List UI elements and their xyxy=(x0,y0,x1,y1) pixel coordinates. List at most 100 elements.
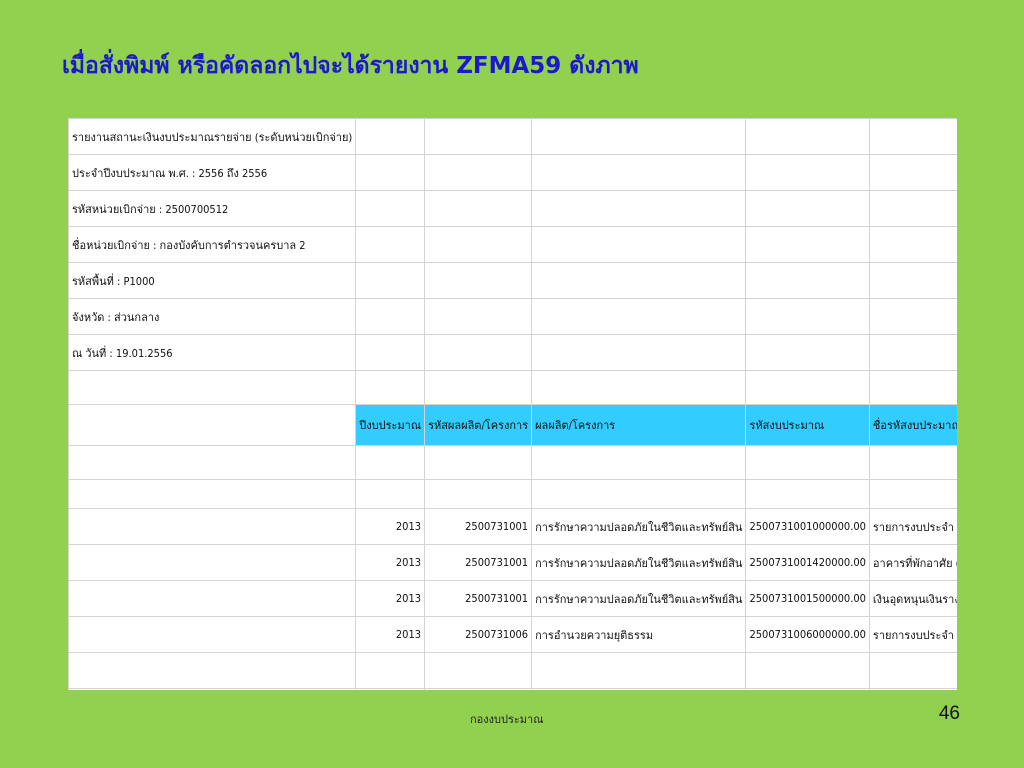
empty-cell[interactable] xyxy=(68,479,357,509)
empty-cell[interactable] xyxy=(355,262,426,299)
empty-cell[interactable] xyxy=(531,652,747,689)
empty-cell[interactable] xyxy=(68,580,357,617)
empty-cell[interactable] xyxy=(745,262,870,299)
empty-cell[interactable] xyxy=(424,262,533,299)
empty-cell[interactable] xyxy=(355,118,426,155)
empty-cell[interactable] xyxy=(355,445,426,480)
info-cell[interactable]: ณ วันที่ : 19.01.2556 xyxy=(68,334,357,371)
empty-cell[interactable] xyxy=(745,652,870,689)
data-cell[interactable]: รายการงบประจำ xyxy=(868,616,957,653)
empty-cell[interactable] xyxy=(355,334,426,371)
empty-cell[interactable] xyxy=(745,479,870,509)
empty-cell[interactable] xyxy=(355,479,426,509)
empty-cell[interactable] xyxy=(424,118,533,155)
empty-cell[interactable] xyxy=(68,404,357,446)
data-cell[interactable]: การรักษาความปลอดภัยในชีวิตและทรัพย์สิน xyxy=(531,508,747,545)
empty-cell[interactable] xyxy=(745,688,870,690)
data-cell[interactable]: 2500731001500000.00 xyxy=(745,580,870,617)
empty-cell[interactable] xyxy=(68,445,357,480)
empty-cell[interactable] xyxy=(868,154,957,191)
empty-cell[interactable] xyxy=(531,370,747,405)
data-cell[interactable]: 2013 xyxy=(355,580,426,617)
empty-cell[interactable] xyxy=(68,508,357,545)
empty-cell[interactable] xyxy=(531,298,747,335)
info-cell[interactable]: จังหวัด : ส่วนกลาง xyxy=(68,298,357,335)
data-cell[interactable]: 2500731001420000.00 xyxy=(745,544,870,581)
empty-cell[interactable] xyxy=(745,298,870,335)
empty-cell[interactable] xyxy=(355,652,426,689)
column-header[interactable]: ผลผลิต/โครงการ xyxy=(531,404,747,446)
empty-cell[interactable] xyxy=(355,154,426,191)
empty-cell[interactable] xyxy=(745,154,870,191)
data-cell[interactable]: 2500731001000000.00 xyxy=(745,508,870,545)
empty-cell[interactable] xyxy=(424,190,533,227)
info-cell[interactable]: รายงานสถานะเงินงบประมาณรายจ่าย (ระดับหน่… xyxy=(68,118,357,155)
data-cell[interactable]: 2013 xyxy=(355,544,426,581)
empty-cell[interactable] xyxy=(868,479,957,509)
empty-cell[interactable] xyxy=(745,190,870,227)
empty-cell[interactable] xyxy=(868,445,957,480)
empty-cell[interactable] xyxy=(424,652,533,689)
empty-cell[interactable] xyxy=(531,118,747,155)
column-header[interactable]: รหัสผลผลิต/โครงการ xyxy=(424,404,533,446)
data-cell[interactable]: 2013 xyxy=(355,616,426,653)
data-cell[interactable]: รายการงบประจำ xyxy=(868,508,957,545)
empty-cell[interactable] xyxy=(424,688,533,690)
empty-cell[interactable] xyxy=(868,190,957,227)
empty-cell[interactable] xyxy=(531,262,747,299)
data-cell[interactable]: อาคารที่พักอาศัย (แฟลต) xyxy=(868,544,957,581)
empty-cell[interactable] xyxy=(424,334,533,371)
empty-cell[interactable] xyxy=(531,154,747,191)
empty-cell[interactable] xyxy=(355,226,426,263)
empty-cell[interactable] xyxy=(868,688,957,690)
info-cell[interactable]: รหัสพื้นที่ : P1000 xyxy=(68,262,357,299)
info-cell[interactable]: รหัสหน่วยเบิกจ่าย : 2500700512 xyxy=(68,190,357,227)
data-cell[interactable]: การรักษาความปลอดภัยในชีวิตและทรัพย์สิน xyxy=(531,544,747,581)
empty-cell[interactable] xyxy=(745,445,870,480)
empty-cell[interactable] xyxy=(531,445,747,480)
data-cell[interactable]: เงินอุดหนุนเงินรางวัล เงินสินบน xyxy=(868,580,957,617)
empty-cell[interactable] xyxy=(424,154,533,191)
data-cell[interactable]: 2500731001 xyxy=(424,544,533,581)
empty-cell[interactable] xyxy=(745,226,870,263)
data-cell[interactable]: การอำนวยความยุติธรรม xyxy=(531,616,747,653)
empty-cell[interactable] xyxy=(868,118,957,155)
empty-cell[interactable] xyxy=(424,479,533,509)
empty-cell[interactable] xyxy=(531,479,747,509)
empty-cell[interactable] xyxy=(868,298,957,335)
empty-cell[interactable] xyxy=(745,370,870,405)
empty-cell[interactable] xyxy=(424,226,533,263)
empty-cell[interactable] xyxy=(868,226,957,263)
empty-cell[interactable] xyxy=(745,334,870,371)
data-cell[interactable]: 2500731006 xyxy=(424,616,533,653)
empty-cell[interactable] xyxy=(68,370,357,405)
column-header[interactable]: รหัสงบประมาณ xyxy=(745,404,870,446)
empty-cell[interactable] xyxy=(355,688,426,690)
empty-cell[interactable] xyxy=(531,226,747,263)
empty-cell[interactable] xyxy=(68,616,357,653)
empty-cell[interactable] xyxy=(868,652,957,689)
info-cell[interactable]: ประจำปีงบประมาณ พ.ศ. : 2556 ถึง 2556 xyxy=(68,154,357,191)
info-cell[interactable]: ชื่อหน่วยเบิกจ่าย : กองบังคับการตำรวจนคร… xyxy=(68,226,357,263)
empty-cell[interactable] xyxy=(68,544,357,581)
empty-cell[interactable] xyxy=(868,262,957,299)
empty-cell[interactable] xyxy=(424,298,533,335)
empty-cell[interactable] xyxy=(531,688,747,690)
empty-cell[interactable] xyxy=(355,190,426,227)
empty-cell[interactable] xyxy=(868,334,957,371)
empty-cell[interactable] xyxy=(745,118,870,155)
empty-cell[interactable] xyxy=(355,370,426,405)
data-cell[interactable]: 2500731006000000.00 xyxy=(745,616,870,653)
data-cell[interactable]: 2500731001 xyxy=(424,508,533,545)
empty-cell[interactable] xyxy=(868,370,957,405)
data-cell[interactable]: 2013 xyxy=(355,508,426,545)
empty-cell[interactable] xyxy=(531,190,747,227)
empty-cell[interactable] xyxy=(531,334,747,371)
column-header[interactable]: ชื่อรหัสงบประมาณ xyxy=(868,404,957,446)
empty-cell[interactable] xyxy=(68,652,357,689)
empty-cell[interactable] xyxy=(424,370,533,405)
empty-cell[interactable] xyxy=(355,298,426,335)
column-header[interactable]: ปีงบประมาณ xyxy=(355,404,426,446)
empty-cell[interactable] xyxy=(424,445,533,480)
data-cell[interactable]: 2500731001 xyxy=(424,580,533,617)
